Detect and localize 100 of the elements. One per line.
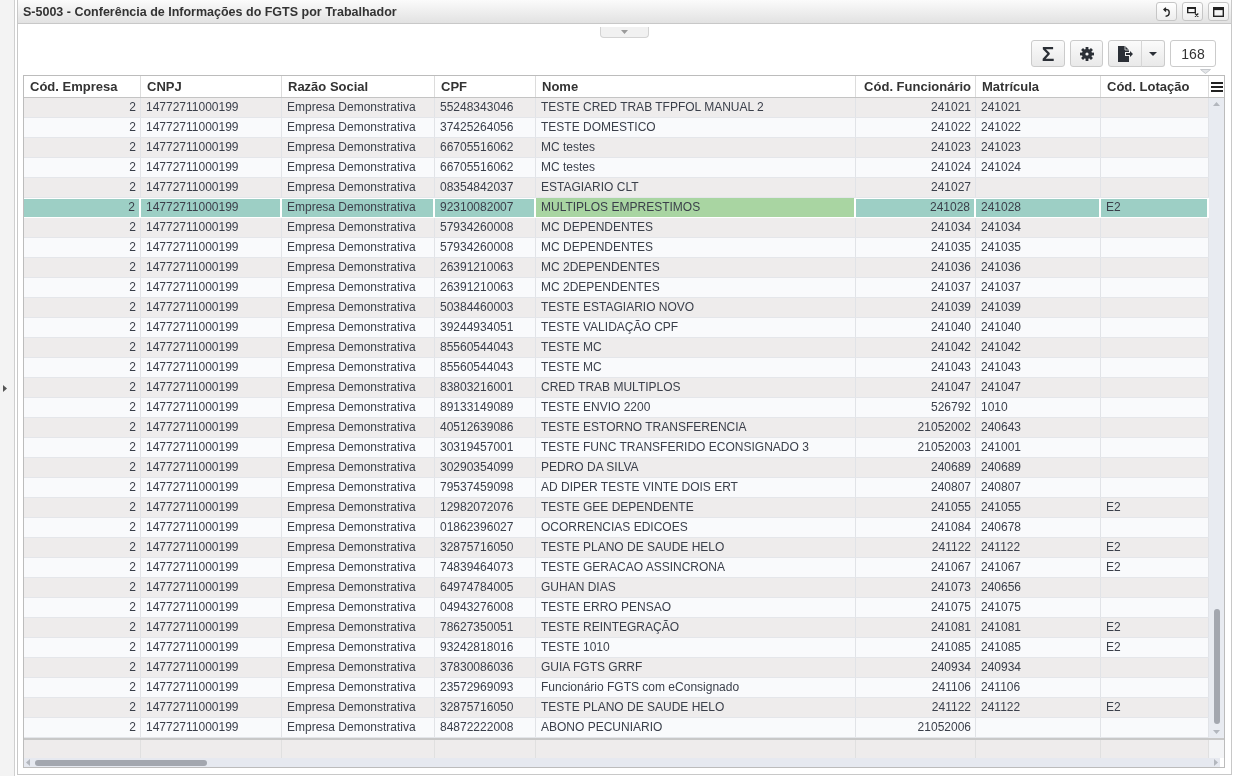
table-row[interactable]: 2 14772711000199 Empresa Demonstrativa 85560544043 TESTE MC 241042 241042 [24,338,1209,358]
table-cell: 14772711000199 [141,238,282,257]
table-cell: 14772711000199 [141,438,282,457]
column-header[interactable]: Cód. Empresa [24,76,141,97]
table-row[interactable]: 2 14772711000199 Empresa Demonstrativa 85560544043 TESTE MC 241043 241043 [24,358,1209,378]
table-cell: 241106 [856,678,976,697]
table-row[interactable]: 2 14772711000199 Empresa Demonstrativa 40512639086 TESTE ESTORNO TRANSFERENCIA 21052002 240643 [24,418,1209,438]
table-cell: 2 [24,318,141,337]
table-cell: 241036 [856,258,976,277]
table-cell: Empresa Demonstrativa [282,538,435,557]
table-row[interactable]: 2 14772711000199 Empresa Demonstrativa 37425264056 TESTE DOMESTICO 241022 241022 [24,118,1209,138]
table-cell: 240689 [976,458,1101,477]
export-button[interactable] [1108,40,1142,67]
table-cell: 14772711000199 [141,158,282,177]
table-cell: Empresa Demonstrativa [282,578,435,597]
table-cell: GUIA FGTS GRRF [536,658,856,677]
horizontal-scrollbar[interactable] [24,758,1224,767]
table-row[interactable]: 2 14772711000199 Empresa Demonstrativa 04943276008 TESTE ERRO PENSAO 241075 241075 [24,598,1209,618]
table-row[interactable]: 2 14772711000199 Empresa Demonstrativa 08354842037 ESTAGIARIO CLT 241027 [24,178,1209,198]
table-row[interactable]: 2 14772711000199 Empresa Demonstrativa 30290354099 PEDRO DA SILVA 240689 240689 [24,458,1209,478]
table-row[interactable]: 2 14772711000199 Empresa Demonstrativa 01862396027 OCORRENCIAS EDICOES 241084 240678 [24,518,1209,538]
collapse-handle[interactable] [600,27,649,38]
table-cell: 241024 [976,158,1101,177]
column-header[interactable]: Razão Social [282,76,435,97]
table-row[interactable]: 2 14772711000199 Empresa Demonstrativa 50384460003 TESTE ESTAGIARIO NOVO 241039 241039 [24,298,1209,318]
column-header[interactable]: Matrícula [976,76,1101,97]
column-header[interactable]: CPF [435,76,536,97]
table-row[interactable]: 2 14772711000199 Empresa Demonstrativa 57934260008 MC DEPENDENTES 241034 241034 [24,218,1209,238]
arrow-down-icon[interactable] [1213,730,1220,734]
settings-button[interactable] [1070,40,1103,67]
maximize-button[interactable] [1208,2,1229,21]
arrow-right-icon[interactable] [1214,759,1218,766]
file-export-icon [1117,45,1133,62]
table-cell: 240678 [976,518,1101,537]
table-row[interactable]: 2 14772711000199 Empresa Demonstrativa 79537459098 AD DIPER TESTE VINTE DOIS ERT 240807 240807 [24,478,1209,498]
table-row[interactable]: 2 14772711000199 Empresa Demonstrativa 12982072076 TESTE GEE DEPENDENTE 241055 241055 E2 [24,498,1209,518]
table-cell: 2 [24,218,141,237]
table-row[interactable]: 2 14772711000199 Empresa Demonstrativa 78627350051 TESTE REINTEGRAÇÃO 241081 241081 E2 [24,618,1209,638]
undo-button[interactable] [1156,2,1177,21]
table-cell: Funcionário FGTS com eConsignado [536,678,856,697]
table-cell: 85560544043 [435,358,536,377]
table-cell: TESTE PLANO DE SAUDE HELO [536,538,856,557]
table-cell: 14772711000199 [141,718,282,737]
table-cell: 241037 [856,278,976,297]
table-row[interactable]: 2 14772711000199 Empresa Demonstrativa 83803216001 CRED TRAB MULTIPLOS 241047 241047 [24,378,1209,398]
table-row[interactable]: 2 14772711000199 Empresa Demonstrativa 92310082007 MULTIPLOS EMPRESTIMOS 241028 241028 E2 [24,198,1209,218]
table-cell: 14772711000199 [141,278,282,297]
table-cell: ABONO PECUNIARIO [536,718,856,737]
table-row[interactable]: 2 14772711000199 Empresa Demonstrativa 84872222008 ABONO PECUNIARIO 21052006 [24,718,1209,738]
table-cell: 241042 [856,338,976,357]
table-cell: 89133149089 [435,398,536,417]
table-cell: Empresa Demonstrativa [282,518,435,537]
table-row[interactable]: 2 14772711000199 Empresa Demonstrativa 26391210063 MC 2DEPENDENTES 241037 241037 [24,278,1209,298]
table-cell: Empresa Demonstrativa [282,438,435,457]
vertical-scrollbar[interactable] [1209,98,1224,738]
maximize-icon [1213,6,1224,17]
table-row[interactable]: 2 14772711000199 Empresa Demonstrativa 57934260008 MC DEPENDENTES 241035 241035 [24,238,1209,258]
table-row[interactable]: 2 14772711000199 Empresa Demonstrativa 66705516062 MC testes 241023 241023 [24,138,1209,158]
table-row[interactable]: 2 14772711000199 Empresa Demonstrativa 66705516062 MC testes 241024 241024 [24,158,1209,178]
table-row[interactable]: 2 14772711000199 Empresa Demonstrativa 32875716050 TESTE PLANO DE SAUDE HELO 241122 241122 E2 [24,538,1209,558]
window-title: S-5003 - Conferência de Informações do FGTS por Trabalhador [23,4,398,19]
record-count-field[interactable]: 168 [1170,40,1216,67]
table-cell: 241035 [976,238,1101,257]
table-row[interactable]: 2 14772711000199 Empresa Demonstrativa 30319457001 TESTE FUNC TRANSFERIDO ECONSIGNADO 3 21052003 241001 [24,438,1209,458]
table-row[interactable]: 2 14772711000199 Empresa Demonstrativa 37830086036 GUIA FGTS GRRF 240934 240934 [24,658,1209,678]
undock-button[interactable] [1182,2,1203,21]
table-row[interactable]: 2 14772711000199 Empresa Demonstrativa 23572969093 Funcionário FGTS com eConsignado 241106 241106 [24,678,1209,698]
table-cell: GUHAN DIAS [536,578,856,597]
table-row[interactable]: 2 14772711000199 Empresa Demonstrativa 89133149089 TESTE ENVIO 2200 526792 1010 [24,398,1209,418]
table-cell: PEDRO DA SILVA [536,458,856,477]
table-cell: 241001 [976,438,1101,457]
arrow-left-icon[interactable] [26,759,30,766]
table-cell: 240807 [976,478,1101,497]
table-cell: Empresa Demonstrativa [282,258,435,277]
column-header[interactable]: CNPJ [141,76,282,97]
menu-icon[interactable] [1210,81,1223,92]
column-header[interactable]: Nome [536,76,856,97]
table-cell: 66705516062 [435,158,536,177]
table-row[interactable]: 2 14772711000199 Empresa Demonstrativa 32875716050 TESTE PLANO DE SAUDE HELO 241122 241122 E2 [24,698,1209,718]
table-row[interactable]: 2 14772711000199 Empresa Demonstrativa 39244934051 TESTE VALIDAÇÃO CPF 241040 241040 [24,318,1209,338]
table-cell: Empresa Demonstrativa [282,338,435,357]
table-cell: Empresa Demonstrativa [282,638,435,657]
sum-button[interactable]: Σ [1031,40,1065,67]
table-cell: 14772711000199 [141,578,282,597]
table-row[interactable]: 2 14772711000199 Empresa Demonstrativa 74839464073 TESTE GERACAO ASSINCRONA 241067 241067 E2 [24,558,1209,578]
table-cell: Empresa Demonstrativa [282,158,435,177]
scrollbar-thumb[interactable] [1213,609,1220,724]
table-row[interactable]: 2 14772711000199 Empresa Demonstrativa 26391210063 MC 2DEPENDENTES 241036 241036 [24,258,1209,278]
arrow-up-icon[interactable] [1213,102,1220,106]
table-cell: 2 [24,498,141,517]
table-row[interactable]: 2 14772711000199 Empresa Demonstrativa 93242818016 TESTE 1010 241085 241085 E2 [24,638,1209,658]
scrollbar-thumb[interactable] [35,759,207,766]
caret-right-icon[interactable] [3,384,7,392]
table-row[interactable]: 2 14772711000199 Empresa Demonstrativa 64974784005 GUHAN DIAS 241073 240656 [24,578,1209,598]
table-cell: 14772711000199 [141,378,282,397]
column-header[interactable]: Cód. Funcionário [856,76,976,97]
column-header[interactable]: Cód. Lotação [1101,76,1209,97]
table-cell: 241043 [976,358,1101,377]
table-cell: 57934260008 [435,218,536,237]
table-row[interactable]: 2 14772711000199 Empresa Demonstrativa 55248343046 TESTE CRED TRAB TFPFOL MANUAL 2 241021 241021 [24,98,1209,118]
